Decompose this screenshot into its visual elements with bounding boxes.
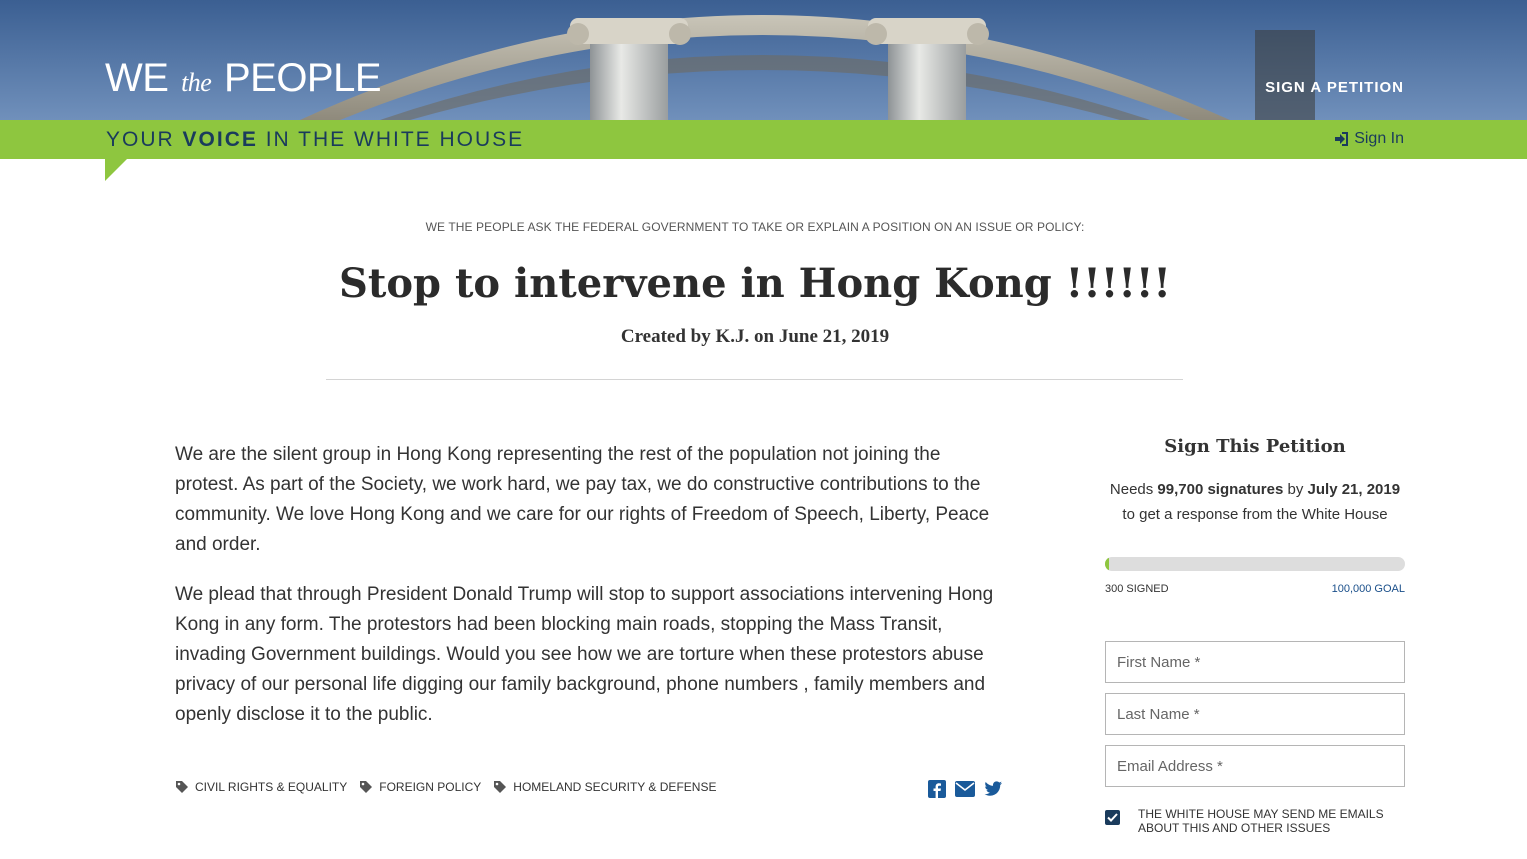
sign-in-label: Sign In — [1354, 130, 1404, 147]
tag-foreign-policy[interactable]: FOREIGN POLICY — [359, 780, 481, 794]
tag-label: HOMELAND SECURITY & DEFENSE — [513, 780, 717, 794]
goal-count: 100,000 GOAL — [1331, 583, 1405, 595]
sign-form — [1105, 641, 1405, 787]
header-banner: WE the PEOPLE SIGN A PETITION — [0, 0, 1527, 120]
petition-title: Stop to intervene in Hong Kong !!!!!! — [339, 260, 1171, 307]
needs-mid: by — [1283, 481, 1308, 498]
logo-people: PEOPLE — [223, 56, 382, 100]
signature-progress-fill — [1105, 557, 1109, 571]
email-field[interactable] — [1105, 745, 1405, 787]
logo-the: the — [181, 68, 212, 97]
sign-a-petition-link[interactable]: SIGN A PETITION — [1265, 79, 1404, 96]
email-consent-checkbox[interactable] — [1105, 810, 1120, 825]
email-consent: THE WHITE HOUSE MAY SEND ME EMAILS ABOUT… — [1105, 807, 1405, 835]
sign-panel-title: Sign This Petition — [1164, 436, 1346, 457]
tag-label: FOREIGN POLICY — [379, 780, 482, 794]
share-buttons — [928, 780, 1002, 798]
needs-date: July 21, 2019 — [1307, 481, 1401, 498]
first-name-field[interactable] — [1105, 641, 1405, 683]
tag-civil-rights[interactable]: CIVIL RIGHTS & EQUALITY — [175, 780, 347, 794]
tagline: YOUR VOICE IN THE WHITE HOUSE — [106, 128, 524, 152]
needs-pre: Needs — [1109, 481, 1158, 498]
last-name-field[interactable] — [1105, 693, 1405, 735]
tag-icon — [176, 781, 188, 793]
sign-petition-panel: Sign This Petition Needs 99,700 signatur… — [1105, 436, 1405, 835]
logo-we: WE — [105, 56, 169, 100]
tagline-bar: YOUR VOICE IN THE WHITE HOUSE — [0, 120, 1527, 159]
facebook-icon[interactable] — [928, 780, 946, 798]
sign-in-icon — [1335, 132, 1349, 146]
we-the-people-logo[interactable]: WE the PEOPLE — [105, 56, 382, 100]
tag-icon — [360, 781, 373, 793]
tagline-bold: VOICE — [182, 128, 258, 151]
petition-byline: Created by K.J. on June 21, 2019 — [620, 326, 890, 347]
divider — [326, 379, 1183, 380]
tagline-post: IN THE WHITE HOUSE — [257, 128, 525, 151]
needs-post: to get a response from the White House — [1122, 506, 1388, 523]
progress-labels: 300 SIGNED 100,000 GOAL — [1105, 583, 1405, 595]
tagline-pre: YOUR — [106, 128, 183, 151]
checkmark-icon — [1107, 813, 1118, 822]
signature-progress-bar — [1105, 557, 1405, 571]
email-consent-label: THE WHITE HOUSE MAY SEND ME EMAILS ABOUT… — [1138, 807, 1384, 835]
tag-label: CIVIL RIGHTS & EQUALITY — [195, 780, 348, 794]
signature-needs-text: Needs 99,700 signatures by July 21, 2019… — [1105, 477, 1405, 527]
tag-icon — [494, 781, 507, 793]
petition-paragraph: We are the silent group in Hong Kong rep… — [175, 444, 990, 555]
petition-body: We are the silent group in Hong Kong rep… — [175, 440, 1005, 750]
petition-paragraph: We plead that through President Donald T… — [175, 584, 994, 725]
signed-count: 300 SIGNED — [1105, 583, 1169, 595]
sign-in-link[interactable]: Sign In — [1334, 130, 1404, 148]
petition-ask-line: WE THE PEOPLE ASK THE FEDERAL GOVERNMENT… — [425, 220, 1085, 234]
email-icon[interactable] — [955, 781, 975, 797]
twitter-icon[interactable] — [984, 781, 1002, 797]
needs-count: 99,700 signatures — [1157, 481, 1284, 498]
tag-homeland-security[interactable]: HOMELAND SECURITY & DEFENSE — [493, 780, 716, 794]
issue-tags: CIVIL RIGHTS & EQUALITY FOREIGN POLICY H… — [175, 780, 716, 794]
tagline-notch — [105, 159, 127, 181]
